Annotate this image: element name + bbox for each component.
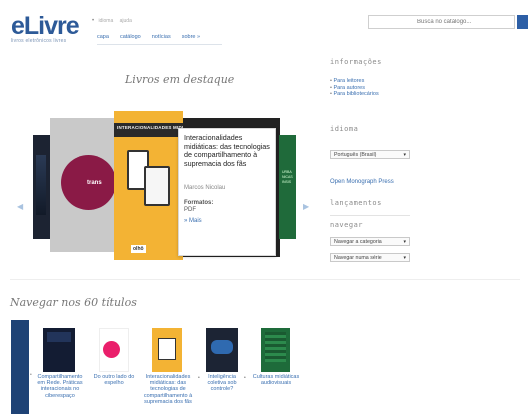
sidebar-link[interactable]: Para autores	[333, 85, 365, 91]
cover-art	[36, 155, 46, 215]
nav-catalog[interactable]: catálogo	[120, 34, 141, 40]
cover-art	[211, 340, 233, 354]
language-link[interactable]: idioma	[99, 18, 114, 24]
cover-art	[103, 341, 120, 358]
cover-title-text: URBA NICAS INSIS	[282, 170, 293, 184]
language-select-value: Português (Brasil)	[334, 152, 377, 158]
cover-art	[158, 338, 176, 360]
book-thumbnail[interactable]	[206, 328, 238, 372]
bullet-icon: •	[92, 18, 95, 24]
search-box	[368, 15, 515, 29]
browse-category-value: Navegar a categoria	[334, 239, 382, 245]
carousel-book-cover[interactable]: trans	[50, 118, 122, 252]
bullet-icon: •	[30, 372, 32, 378]
bullet-icon: •	[244, 375, 246, 381]
top-navigation: capa catálogo notícias sobre »	[97, 34, 200, 40]
popup-book-author: Marcos Nicolau	[184, 185, 226, 192]
phone-illustration	[144, 166, 170, 206]
help-link[interactable]: ajuda	[120, 18, 132, 24]
browse-series-select[interactable]: Navegar numa série ▾	[330, 253, 410, 262]
nav-home[interactable]: capa	[97, 34, 109, 40]
book-caption-link[interactable]: Inteligência coletiva sob controle?	[200, 374, 244, 393]
sidebar-language-heading: idioma	[330, 125, 359, 133]
popup-formats-label: Formatos:	[184, 200, 214, 207]
book-thumbnail[interactable]	[261, 328, 290, 372]
sidebar-info-heading: informações	[330, 58, 382, 66]
sidebar-link[interactable]: Para leitores	[333, 78, 364, 84]
nav-about[interactable]: sobre »	[182, 34, 200, 40]
language-select[interactable]: Português (Brasil) ▾	[330, 150, 410, 159]
browse-category-select[interactable]: Navegar a categoria ▾	[330, 237, 410, 246]
featured-book-cover[interactable]: INTERACIONALIDADES MIDIÁTICAS olhō	[114, 111, 183, 260]
sidebar-link[interactable]: Para bibliotecários	[333, 91, 378, 97]
sidebar-item-librarians[interactable]: Para bibliotecários	[330, 91, 378, 98]
carousel-book-cover[interactable]	[33, 135, 51, 239]
browse-series-value: Navegar numa série	[334, 255, 382, 261]
book-thumbnail[interactable]	[43, 328, 75, 372]
popup-formats-value: PDF	[184, 207, 196, 214]
sidebar-divider	[330, 215, 410, 216]
book-caption-link[interactable]: Do outro lado do espelho	[88, 374, 140, 386]
nav-news[interactable]: notícias	[152, 34, 171, 40]
section-divider	[10, 279, 520, 280]
chevron-down-icon: ▾	[403, 152, 406, 158]
search-input[interactable]	[369, 16, 514, 28]
search-button[interactable]	[517, 15, 528, 29]
browse-title: Navegar nos 60 títulos	[10, 296, 137, 309]
browse-side-bar	[11, 320, 29, 414]
carousel-book-cover[interactable]: URBA NICAS INSIS	[279, 135, 296, 239]
carousel-next-icon[interactable]: ▶	[303, 202, 309, 211]
publisher-stamp: olhō	[131, 245, 146, 253]
book-thumbnail[interactable]	[99, 328, 129, 372]
book-details-popup: Interacionalidades midiáticas: das tecno…	[178, 128, 276, 256]
cover-art	[265, 332, 286, 362]
chevron-down-icon: ▾	[403, 239, 406, 245]
book-caption-link[interactable]: Culturas midiáticas audiovisuais	[250, 374, 302, 386]
omp-link[interactable]: Open Monograph Press	[330, 179, 394, 185]
sidebar-info-list: Para leitores Para autores Para bibliote…	[330, 78, 378, 98]
popup-more-link[interactable]: » Mais	[184, 218, 270, 224]
carousel-prev-icon[interactable]: ◀	[17, 202, 23, 211]
cover-art	[47, 332, 71, 342]
chevron-down-icon: ▾	[403, 255, 406, 261]
book-caption-link[interactable]: Compartilhamento em Rede. Práticas inter…	[33, 374, 87, 399]
cover-title-text: trans	[87, 180, 102, 186]
nav-divider	[97, 44, 222, 45]
sidebar-releases-heading: lançamentos	[330, 199, 382, 207]
featured-title: Livros em destaque	[125, 73, 235, 86]
book-caption-link[interactable]: Interacionalidades midiáticas: das tecno…	[140, 374, 196, 405]
site-logo[interactable]: eLivre livros eletrônicos livres	[11, 12, 80, 45]
popup-book-title[interactable]: Interacionalidades midiáticas: das tecno…	[184, 133, 270, 168]
logo-text: eLivre	[11, 12, 80, 40]
language-links: • idioma ajuda	[92, 18, 137, 24]
cover-title-band: INTERACIONALIDADES MIDIÁTICAS	[114, 123, 183, 137]
book-thumbnail[interactable]	[152, 328, 182, 372]
sidebar-browse-heading: navegar	[330, 221, 364, 229]
